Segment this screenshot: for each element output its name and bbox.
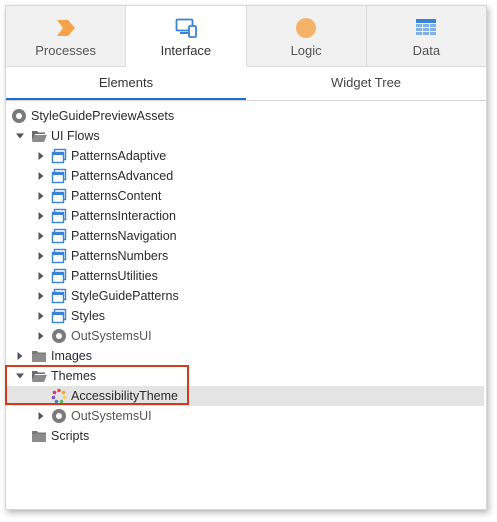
ui-flow-icon bbox=[51, 248, 67, 264]
collapsed-arrow-icon[interactable] bbox=[15, 346, 25, 366]
tree-item-ui-flow[interactable]: PatternsInteraction bbox=[6, 206, 484, 226]
tree-item-label: PatternsAdvanced bbox=[71, 169, 174, 183]
folder-open-icon bbox=[32, 131, 47, 142]
tab-widget-tree[interactable]: Widget Tree bbox=[246, 67, 486, 100]
tree-item-module-reference[interactable]: OutSystemsUI bbox=[6, 406, 484, 426]
expanded-arrow-icon[interactable] bbox=[15, 126, 25, 146]
folder-icon bbox=[32, 431, 46, 442]
tree-item-ui-flow[interactable]: PatternsNumbers bbox=[6, 246, 484, 266]
ui-flow-icon bbox=[51, 148, 67, 164]
tree-item-ui-flow[interactable]: PatternsContent bbox=[6, 186, 484, 206]
tree-item-label: StyleGuidePreviewAssets bbox=[31, 109, 175, 123]
ui-flow-icon bbox=[51, 188, 67, 204]
tree-item-ui-flow[interactable]: PatternsAdvanced bbox=[6, 166, 484, 186]
module-reference-icon bbox=[52, 409, 66, 423]
collapsed-arrow-icon[interactable] bbox=[36, 186, 46, 206]
module-icon bbox=[12, 109, 26, 123]
ui-flow-icon bbox=[51, 308, 67, 324]
processes-chevron-icon bbox=[56, 20, 75, 36]
tree-item-label: StyleGuidePatterns bbox=[71, 289, 179, 303]
tab-interface-label: Interface bbox=[160, 43, 212, 58]
collapsed-arrow-icon[interactable] bbox=[36, 266, 46, 286]
tab-processes[interactable]: Processes bbox=[6, 6, 127, 67]
tree-item-ui-flow[interactable]: PatternsUtilities bbox=[6, 266, 484, 286]
tree-item-ui-flow[interactable]: StyleGuidePatterns bbox=[6, 286, 484, 306]
tab-data[interactable]: Data bbox=[366, 6, 486, 67]
interface-panel: Processes Interface Logic Data Elements … bbox=[5, 5, 487, 510]
tree-item-ui-flows[interactable]: UI Flows bbox=[6, 126, 484, 146]
tree-item-label: PatternsNavigation bbox=[71, 229, 177, 243]
tab-processes-label: Processes bbox=[35, 43, 96, 58]
ui-flow-icon bbox=[51, 268, 67, 284]
tree-item-ui-flow[interactable]: PatternsNavigation bbox=[6, 226, 484, 246]
ui-flow-icon bbox=[51, 168, 67, 184]
collapsed-arrow-icon[interactable] bbox=[36, 406, 46, 426]
tree-item-label: OutSystemsUI bbox=[71, 409, 152, 423]
tree-item-label: PatternsUtilities bbox=[71, 269, 158, 283]
tree-item-module[interactable]: StyleGuidePreviewAssets bbox=[6, 106, 484, 126]
tree-item-label: PatternsNumbers bbox=[71, 249, 169, 263]
highlight-annotation-box bbox=[5, 365, 189, 405]
tree-item-label: PatternsContent bbox=[71, 189, 162, 203]
collapsed-arrow-icon[interactable] bbox=[36, 226, 46, 246]
tree-item-label: Images bbox=[51, 349, 92, 363]
tab-logic[interactable]: Logic bbox=[246, 6, 367, 67]
collapsed-arrow-icon[interactable] bbox=[36, 146, 46, 166]
devices-icon bbox=[175, 18, 197, 38]
tree-item-label: OutSystemsUI bbox=[71, 329, 152, 343]
collapsed-arrow-icon[interactable] bbox=[36, 166, 46, 186]
ui-flow-icon bbox=[51, 288, 67, 304]
collapsed-arrow-icon[interactable] bbox=[36, 306, 46, 326]
tree-item-label: UI Flows bbox=[51, 129, 100, 143]
collapsed-arrow-icon[interactable] bbox=[36, 286, 46, 306]
tree-item-label: PatternsAdaptive bbox=[71, 149, 167, 163]
tree-item-scripts[interactable]: Scripts bbox=[6, 426, 484, 446]
module-reference-icon bbox=[52, 329, 66, 343]
tree-item-module-reference[interactable]: OutSystemsUI bbox=[6, 326, 484, 346]
tree-item-images[interactable]: Images bbox=[6, 346, 484, 366]
ui-flow-icon bbox=[51, 228, 67, 244]
collapsed-arrow-icon[interactable] bbox=[36, 326, 46, 346]
tab-data-label: Data bbox=[412, 43, 441, 58]
sub-tab-bar: Elements Widget Tree bbox=[6, 67, 486, 101]
data-grid-icon bbox=[416, 19, 437, 35]
logic-circle-icon bbox=[296, 18, 317, 38]
tab-logic-label: Logic bbox=[290, 43, 322, 58]
tree-item-label: Scripts bbox=[51, 429, 90, 443]
folder-icon bbox=[32, 351, 46, 362]
tree-item-label: Styles bbox=[71, 309, 106, 323]
tree-item-ui-flow[interactable]: Styles bbox=[6, 306, 484, 326]
top-tab-bar: Processes Interface Logic Data bbox=[6, 6, 486, 67]
tab-elements[interactable]: Elements bbox=[6, 67, 246, 100]
ui-flow-icon bbox=[51, 208, 67, 224]
tree-item-label: PatternsInteraction bbox=[71, 209, 176, 223]
tab-interface[interactable]: Interface bbox=[126, 6, 247, 67]
collapsed-arrow-icon[interactable] bbox=[36, 206, 46, 226]
tree-item-ui-flow[interactable]: PatternsAdaptive bbox=[6, 146, 484, 166]
collapsed-arrow-icon[interactable] bbox=[36, 246, 46, 266]
